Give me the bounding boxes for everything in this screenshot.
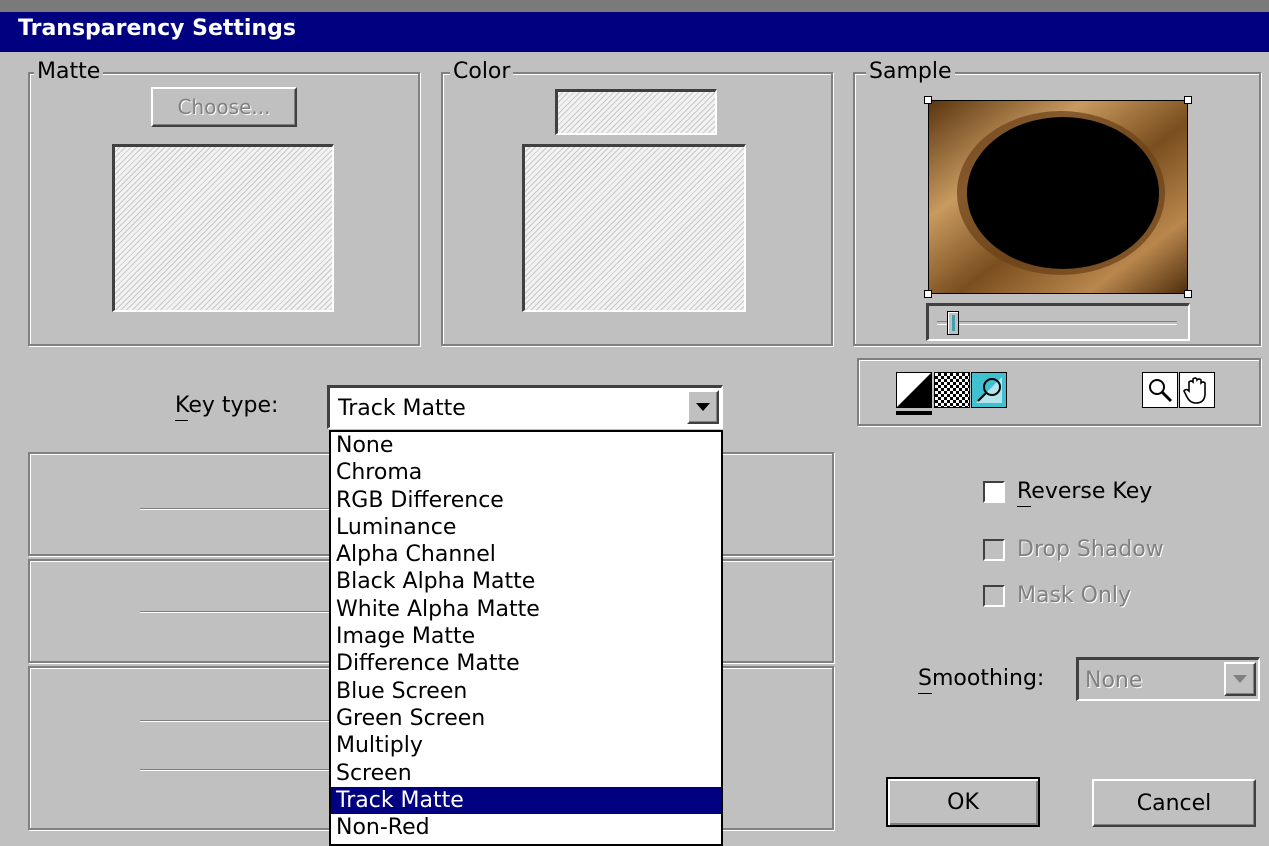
matte-group-label: Matte bbox=[34, 60, 104, 84]
sample-handle-tr[interactable] bbox=[1184, 96, 1192, 104]
panel-3-slider-track-b bbox=[140, 769, 340, 771]
cancel-button[interactable]: Cancel bbox=[1092, 779, 1256, 827]
sample-handle-tl[interactable] bbox=[924, 96, 932, 104]
key-type-option[interactable]: Blue Screen bbox=[331, 678, 721, 705]
chevron-down-icon bbox=[1233, 675, 1247, 683]
key-type-selected-value: Track Matte bbox=[338, 396, 466, 421]
smoothing-underline bbox=[918, 693, 932, 694]
mask-only-label[interactable]: Mask Only bbox=[1017, 583, 1131, 608]
zoom-icon[interactable] bbox=[1142, 372, 1178, 408]
sample-slider[interactable] bbox=[926, 303, 1190, 341]
color-group-label: Color bbox=[450, 60, 514, 84]
checkerboard-icon[interactable] bbox=[934, 372, 970, 408]
choose-button[interactable]: Choose... bbox=[151, 87, 297, 127]
panel-2-slider-track bbox=[140, 611, 340, 613]
choose-button-label: Choose... bbox=[177, 95, 271, 119]
dialog-title: Transparency Settings bbox=[18, 16, 296, 41]
key-type-option[interactable]: Track Matte bbox=[331, 786, 721, 815]
key-type-option[interactable]: White Alpha Matte bbox=[331, 596, 721, 623]
key-type-option[interactable]: Screen bbox=[331, 760, 721, 787]
smoothing-dropdown-button[interactable] bbox=[1224, 662, 1256, 696]
matte-preview bbox=[112, 144, 334, 312]
key-type-dropdown-button[interactable] bbox=[687, 390, 719, 424]
black-white-toggle-icon[interactable] bbox=[896, 372, 932, 408]
key-type-label: Key type: bbox=[175, 393, 278, 418]
hand-icon[interactable] bbox=[1179, 372, 1215, 408]
cancel-button-label: Cancel bbox=[1136, 790, 1212, 816]
key-type-option[interactable]: Black Alpha Matte bbox=[331, 568, 721, 595]
matte-icon-graphic bbox=[976, 377, 1002, 403]
sample-handle-br[interactable] bbox=[1184, 290, 1192, 298]
ok-button[interactable]: OK bbox=[886, 777, 1040, 827]
key-type-option[interactable]: Chroma bbox=[331, 459, 721, 486]
panel-1-slider-track bbox=[140, 508, 340, 510]
key-type-option[interactable]: Non-Red bbox=[331, 814, 721, 841]
key-type-option[interactable]: Luminance bbox=[331, 514, 721, 541]
slider-track bbox=[937, 321, 1177, 325]
color-preview bbox=[522, 144, 746, 312]
key-type-option[interactable]: RGB Difference bbox=[331, 487, 721, 514]
smoothing-value: None bbox=[1085, 668, 1143, 693]
reverse-key-label[interactable]: Reverse Key bbox=[1017, 479, 1152, 504]
key-type-label-text: Key type: bbox=[175, 393, 279, 418]
smoothing-label: Smoothing: bbox=[918, 666, 1045, 691]
sample-group-label: Sample bbox=[866, 60, 955, 84]
key-type-underline bbox=[175, 420, 188, 421]
smoothing-select[interactable]: None bbox=[1076, 657, 1260, 701]
sample-handle-bl[interactable] bbox=[924, 290, 932, 298]
drop-shadow-checkbox[interactable] bbox=[983, 539, 1005, 561]
key-type-option[interactable]: Image Matte bbox=[331, 623, 721, 650]
key-type-option[interactable]: Green Screen bbox=[331, 705, 721, 732]
window-top-strip bbox=[0, 0, 1269, 12]
key-type-select[interactable]: Track Matte bbox=[327, 385, 723, 429]
key-type-option[interactable]: None bbox=[331, 432, 721, 459]
slider-thumb[interactable] bbox=[946, 311, 959, 335]
color-swatch[interactable] bbox=[555, 89, 717, 135]
key-type-option[interactable]: Alpha Channel bbox=[331, 541, 721, 568]
key-type-dropdown-list[interactable]: None Chroma RGB Difference Luminance Alpha C… bbox=[329, 430, 723, 846]
reverse-key-underline bbox=[1017, 506, 1031, 507]
mask-only-checkbox[interactable] bbox=[983, 585, 1005, 607]
matte-icon[interactable] bbox=[971, 372, 1007, 408]
chevron-down-icon bbox=[696, 403, 710, 411]
drop-shadow-label[interactable]: Drop Shadow bbox=[1017, 537, 1164, 562]
hand-icon-graphic bbox=[1183, 377, 1206, 404]
panel-3-slider-track-a bbox=[140, 720, 340, 722]
sample-preview-image[interactable] bbox=[928, 100, 1188, 294]
ok-button-label: OK bbox=[947, 789, 979, 815]
sample-preview-graphic bbox=[929, 101, 1187, 293]
key-type-option[interactable]: Multiply bbox=[331, 732, 721, 759]
toggle-active-indicator bbox=[896, 411, 932, 415]
key-type-option[interactable]: Difference Matte bbox=[331, 650, 721, 677]
reverse-key-checkbox[interactable] bbox=[983, 481, 1005, 503]
zoom-icon-graphic bbox=[1149, 379, 1173, 403]
